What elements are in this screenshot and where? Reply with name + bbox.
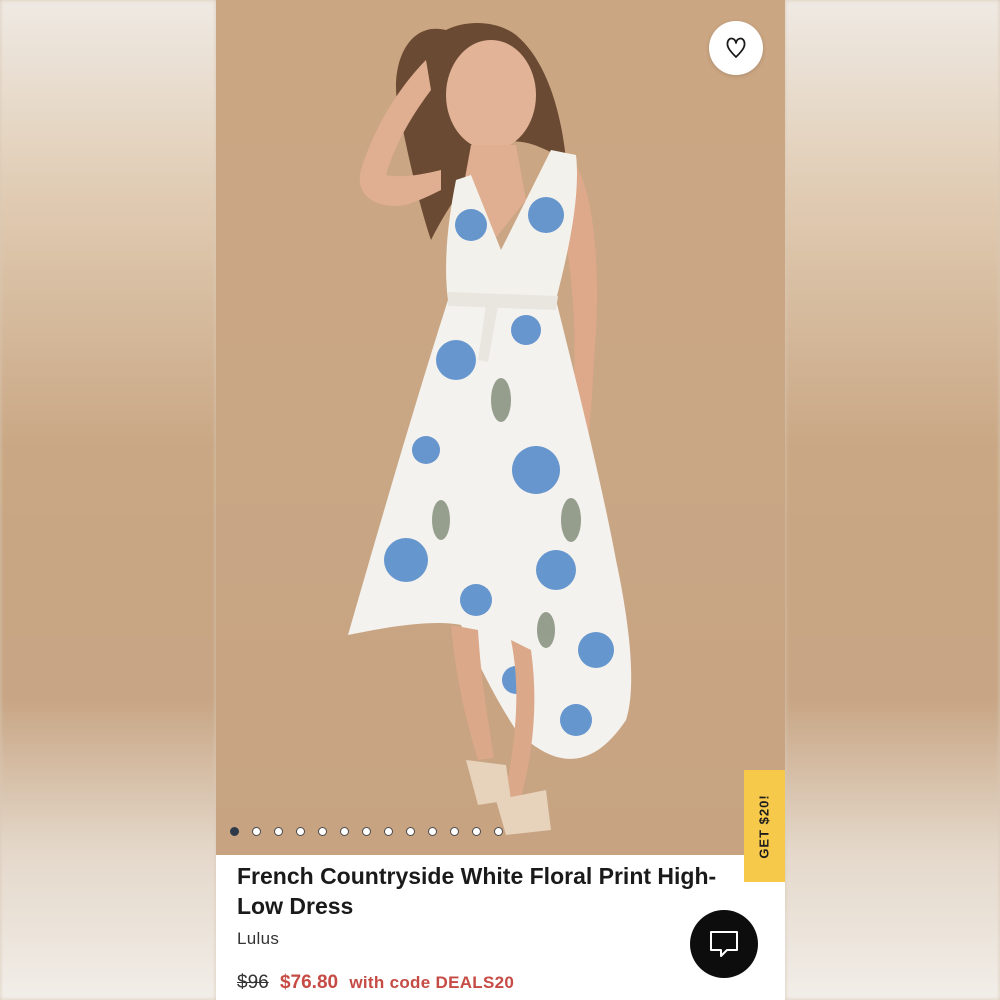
product-photo — [348, 23, 632, 835]
product-page: GET $20! French Countryside White Floral… — [216, 0, 785, 1000]
product-image-carousel[interactable] — [216, 0, 785, 855]
carousel-dot[interactable] — [384, 827, 393, 836]
carousel-dot[interactable] — [406, 827, 415, 836]
carousel-dot[interactable] — [318, 827, 327, 836]
carousel-dot[interactable] — [230, 827, 239, 836]
carousel-pagination — [230, 827, 503, 836]
right-blurred-backdrop — [785, 0, 1000, 1000]
promo-tab-label: GET $20! — [757, 793, 773, 859]
carousel-dot[interactable] — [340, 827, 349, 836]
carousel-dot[interactable] — [296, 827, 305, 836]
original-price: $96 — [237, 972, 269, 993]
favorite-button[interactable] — [709, 21, 763, 75]
chat-button[interactable] — [690, 910, 758, 978]
carousel-dot[interactable] — [494, 827, 503, 836]
left-blurred-backdrop — [0, 0, 216, 1000]
carousel-dot[interactable] — [362, 827, 371, 836]
product-brand[interactable]: Lulus — [237, 929, 279, 949]
carousel-dot[interactable] — [428, 827, 437, 836]
carousel-dot[interactable] — [450, 827, 459, 836]
product-title: French Countryside White Floral Print Hi… — [237, 863, 717, 919]
heart-outline-icon — [726, 37, 746, 58]
sale-price: $76.80 — [279, 972, 339, 993]
price-row: $96 $76.80 with code DEALS20 — [237, 972, 514, 994]
chat-bubble-icon — [710, 931, 738, 957]
promo-code-text: with code DEALS20 — [349, 973, 515, 992]
carousel-dot[interactable] — [472, 827, 481, 836]
carousel-dot[interactable] — [274, 827, 283, 836]
carousel-dot[interactable] — [252, 827, 261, 836]
